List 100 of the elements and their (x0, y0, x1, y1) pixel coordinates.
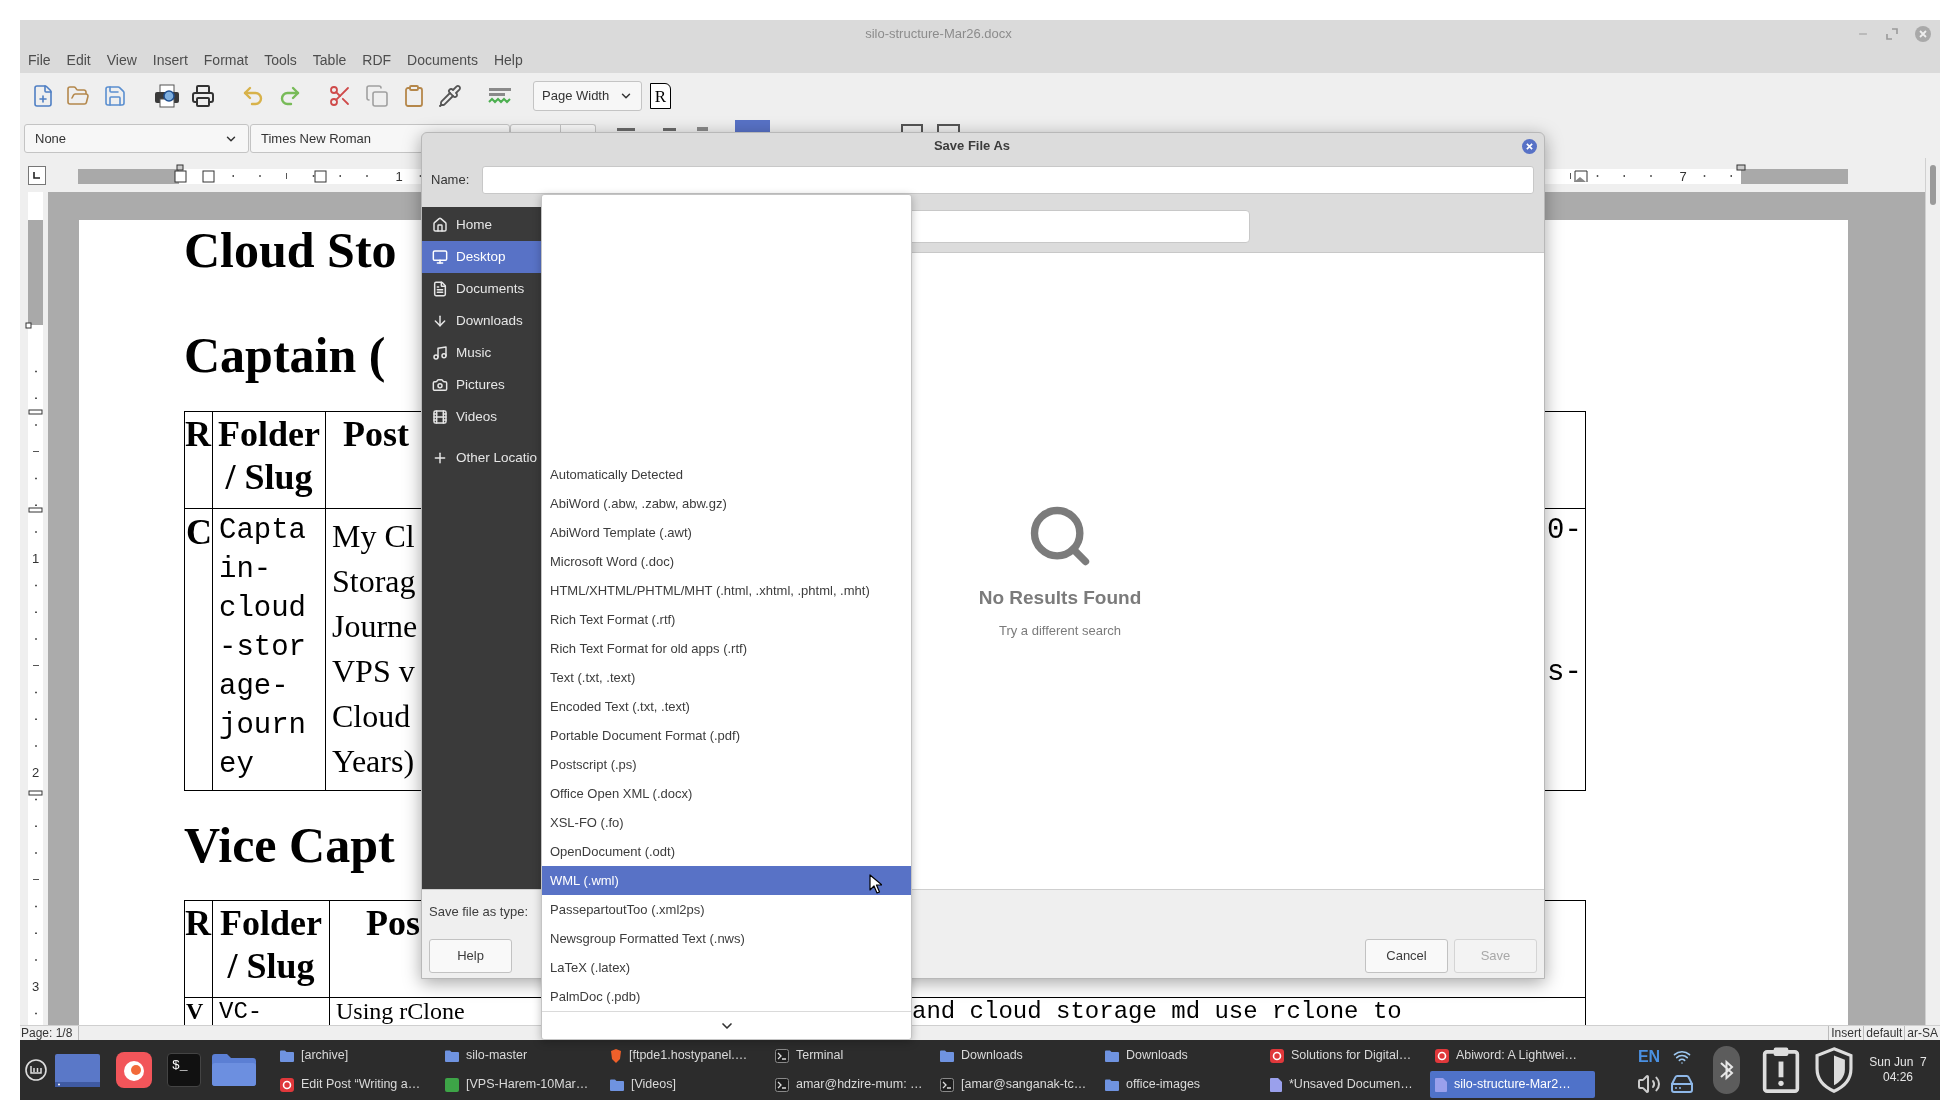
desktop-icon[interactable] (55, 1053, 100, 1087)
dialog-title: Save File As (933, 137, 1011, 156)
style-dropdown[interactable]: None (24, 124, 249, 153)
taskbar-window-button[interactable]: [ftpde1.hostypanel.… (605, 1042, 770, 1069)
eyedropper-icon[interactable] (438, 84, 462, 108)
round-logo-icon[interactable] (25, 1059, 47, 1081)
file-type-option[interactable]: WML (.wml) (542, 866, 911, 895)
menu-item[interactable]: Table (312, 49, 347, 71)
taskbar-window-button[interactable]: [amar@sanganak-tc… (935, 1071, 1100, 1098)
zoom-dropdown[interactable]: Page Width (533, 81, 642, 111)
taskbar-window-button[interactable]: Downloads (935, 1042, 1100, 1069)
file-type-option[interactable]: Rich Text Format (.rtf) (542, 605, 911, 634)
sidebar-item[interactable]: Pictures (422, 369, 542, 401)
terminal-launcher[interactable]: $_ (167, 1053, 201, 1087)
bluetooth-icon[interactable] (1713, 1046, 1740, 1094)
tab-stop-icon[interactable] (28, 165, 46, 185)
taskbar-window-button[interactable]: Edit Post “Writing a… (275, 1071, 440, 1098)
sidebar-item[interactable]: Home (422, 209, 542, 241)
indent-marker-icon[interactable] (202, 170, 215, 183)
indent-marker-icon[interactable] (174, 164, 187, 183)
file-type-option[interactable]: AbiWord (.abw, .zabw, abw.gz) (542, 489, 911, 518)
file-type-option[interactable]: PassepartoutToo (.xml2ps) (542, 895, 911, 924)
r-button[interactable]: R (650, 83, 671, 109)
file-type-option[interactable]: Office Open XML (.docx) (542, 779, 911, 808)
file-type-option[interactable]: Portable Document Format (.pdf) (542, 721, 911, 750)
file-type-option[interactable]: AbiWord Template (.awt) (542, 518, 911, 547)
table-text: and cloud storage md use rclone to (912, 999, 1402, 1024)
taskbar-window-button[interactable]: Downloads (1100, 1042, 1265, 1069)
dialog-button[interactable]: Cancel (1365, 939, 1448, 973)
menu-item[interactable]: View (106, 49, 137, 71)
sidebar-item[interactable]: Videos (422, 401, 542, 433)
menu-item[interactable]: Help (493, 49, 523, 71)
margin-marker-icon[interactable] (25, 322, 32, 329)
taskbar-window-button[interactable]: amar@hdzire-mum: … (770, 1071, 935, 1098)
file-type-option[interactable]: Microsoft Word (.doc) (542, 547, 911, 576)
home-icon (432, 217, 448, 233)
margin-marker-icon[interactable] (1736, 164, 1746, 171)
terminal-icon (775, 1077, 789, 1092)
file-type-label: Save file as type: (429, 902, 528, 921)
file-type-option[interactable]: Postscript (.ps) (542, 750, 911, 779)
menu-item[interactable]: RDF (362, 49, 392, 71)
save-icon[interactable] (103, 84, 127, 108)
sidebar-item[interactable]: Downloads (422, 305, 542, 337)
taskbar-window-button[interactable]: [archive] (275, 1042, 440, 1069)
file-type-option[interactable]: XSL-FO (.fo) (542, 808, 911, 837)
row-marker-icon[interactable] (28, 507, 43, 513)
file-type-option[interactable]: Automatically Detected (542, 460, 911, 489)
taskbar-window-button[interactable]: Solutions for Digital… (1265, 1042, 1430, 1069)
menu-item[interactable]: Edit (66, 49, 91, 71)
indent-marker-icon[interactable] (1574, 170, 1588, 183)
taskbar-window-button[interactable]: office-images (1100, 1071, 1265, 1098)
menu-item[interactable]: Documents (407, 49, 478, 71)
close-icon[interactable] (1522, 138, 1537, 154)
shield-icon[interactable] (1813, 1047, 1855, 1093)
mouse-pointer-icon (869, 874, 882, 894)
menu-item[interactable]: Format (203, 49, 249, 71)
dialog-button[interactable]: Help (429, 939, 512, 973)
taskbar-window-button[interactable]: [VPS-Harem-10Mar… (440, 1071, 605, 1098)
taskbar-window-button[interactable]: silo-master (440, 1042, 605, 1069)
sidebar-item[interactable]: Desktop (422, 241, 542, 273)
taskbar-window-button[interactable]: silo-structure-Mar2… (1430, 1071, 1595, 1098)
print-preview-icon[interactable] (154, 84, 180, 108)
file-type-option[interactable]: Rich Text Format for old apps (.rtf) (542, 634, 911, 663)
folder-icon[interactable] (212, 1054, 256, 1086)
taskbar-window-button[interactable]: Abiword: A Lightwei… (1430, 1042, 1595, 1069)
file-type-option[interactable]: Text (.txt, .text) (542, 663, 911, 692)
round-logo-icon[interactable] (116, 1052, 152, 1088)
file-type-option[interactable]: Newsgroup Formatted Text (.nws) (542, 924, 911, 953)
new-document-icon[interactable] (31, 84, 55, 108)
file-type-option[interactable]: LaTeX (.latex) (542, 953, 911, 982)
sidebar-item[interactable]: Documents (422, 273, 542, 305)
ruler-number: 2 (31, 765, 40, 780)
taskbar-window-button[interactable]: *Unsaved Documen… (1265, 1071, 1430, 1098)
menu-item[interactable]: Tools (264, 49, 297, 71)
keyboard-layout-indicator[interactable]: EN (1637, 1048, 1661, 1065)
file-type-option[interactable]: PalmDoc (.pdb) (542, 982, 911, 1011)
document-heading: Cloud Sto (184, 222, 397, 280)
menu-item[interactable]: File (28, 49, 51, 71)
menu-item[interactable]: Insert (152, 49, 188, 71)
row-marker-icon[interactable] (28, 409, 43, 415)
row-marker-icon[interactable] (28, 790, 43, 796)
file-type-option[interactable]: HTML/XHTML/PHTML/MHT (.html, .xhtml, .phtml, .mht) (542, 576, 911, 605)
sidebar-item[interactable]: Other Locatio (422, 442, 542, 474)
name-input[interactable] (482, 166, 1534, 194)
clipboard-alert-icon[interactable] (1761, 1047, 1801, 1093)
file-type-option[interactable]: Encoded Text (.txt, .text) (542, 692, 911, 721)
file-type-option[interactable]: OpenDocument (.odt) (542, 837, 911, 866)
printer-icon[interactable] (191, 84, 215, 108)
tab-marker-icon[interactable] (314, 170, 327, 183)
color-swatch-icon[interactable] (735, 120, 770, 132)
scrollbar-thumb[interactable] (1930, 165, 1936, 205)
taskbar-window-button[interactable]: [Videos] (605, 1071, 770, 1098)
ruler-number: 1 (395, 169, 403, 184)
scissors-icon[interactable] (328, 84, 352, 108)
sidebar-item[interactable]: Music (422, 337, 542, 369)
taskbar-window-button[interactable]: Terminal (770, 1042, 935, 1069)
folder-icon[interactable] (66, 84, 90, 108)
spellcheck-icon[interactable] (488, 86, 512, 106)
clipboard-icon[interactable] (402, 84, 426, 108)
column-header: Folder / Slug (217, 412, 321, 499)
